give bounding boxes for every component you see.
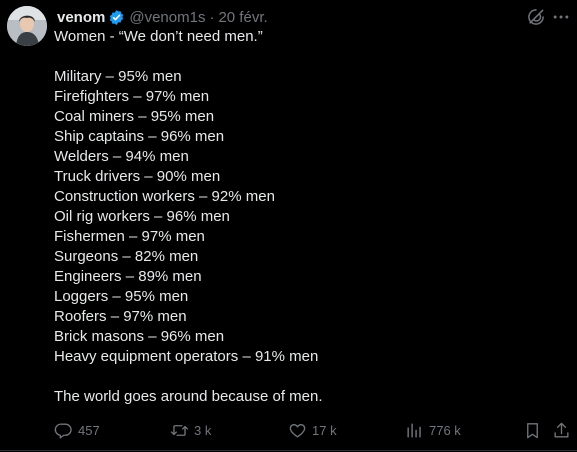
views-button[interactable]: 776 k	[405, 420, 461, 440]
reply-icon	[54, 422, 72, 439]
tweet[interactable]: venom @venom1s · 20 févr. Women - “We do…	[0, 0, 577, 452]
verified-badge-icon	[110, 9, 124, 25]
list-item: Heavy equipment operators – 91% men	[54, 348, 319, 365]
list-item: Oil rig workers – 96% men	[54, 208, 230, 225]
list-item: Coal miners – 95% men	[54, 108, 215, 125]
share-button[interactable]	[552, 420, 571, 440]
reply-count: 457	[78, 422, 100, 438]
like-icon	[289, 423, 306, 438]
tweet-header: venom @venom1s · 20 févr.	[57, 7, 268, 27]
list-item: Surgeons – 82% men	[54, 248, 199, 265]
list-item: Ship captains – 96% men	[54, 128, 225, 145]
tweet-text: Women - “We don’t need men.” Military – …	[54, 27, 564, 407]
tweet-intro: Women - “We don’t need men.”	[54, 28, 263, 45]
action-bar: 457 3 k 17 k 776 k	[0, 420, 577, 440]
views-count: 776 k	[429, 422, 461, 438]
avatar-image	[7, 6, 47, 46]
list-item: Engineers – 89% men	[54, 268, 202, 285]
list-item: Construction workers – 92% men	[54, 188, 275, 205]
repost-button[interactable]: 3 k	[170, 420, 211, 440]
avatar[interactable]	[7, 6, 47, 46]
tweet-date[interactable]: 20 févr.	[218, 9, 267, 26]
repost-count: 3 k	[194, 422, 212, 438]
list-item: Firefighters – 97% men	[54, 88, 210, 105]
bookmark-button[interactable]	[523, 420, 542, 440]
list-item: Loggers – 95% men	[54, 288, 189, 305]
like-count: 17 k	[312, 422, 337, 438]
list-item: Military – 95% men	[54, 68, 182, 85]
list-item: Truck drivers – 90% men	[54, 168, 221, 185]
like-button[interactable]: 17 k	[288, 420, 337, 440]
views-icon	[407, 422, 421, 438]
tweet-divider	[0, 450, 577, 451]
author-handle[interactable]: @venom1s	[129, 9, 205, 26]
list-item: Fishermen – 97% men	[54, 228, 205, 245]
header-separator: ·	[209, 8, 215, 26]
list-item: Brick masons – 96% men	[54, 328, 225, 345]
grok-icon[interactable]	[526, 7, 546, 27]
list-item: Roofers – 97% men	[54, 308, 187, 325]
tweet-closing: The world goes around because of men.	[54, 388, 323, 405]
bookmark-icon	[527, 422, 538, 438]
reply-button[interactable]: 457	[54, 420, 100, 440]
share-icon	[554, 422, 569, 438]
list-item: Welders – 94% men	[54, 148, 189, 165]
more-icon[interactable]	[551, 7, 571, 27]
repost-icon	[170, 424, 189, 436]
author-name[interactable]: venom	[57, 9, 105, 26]
